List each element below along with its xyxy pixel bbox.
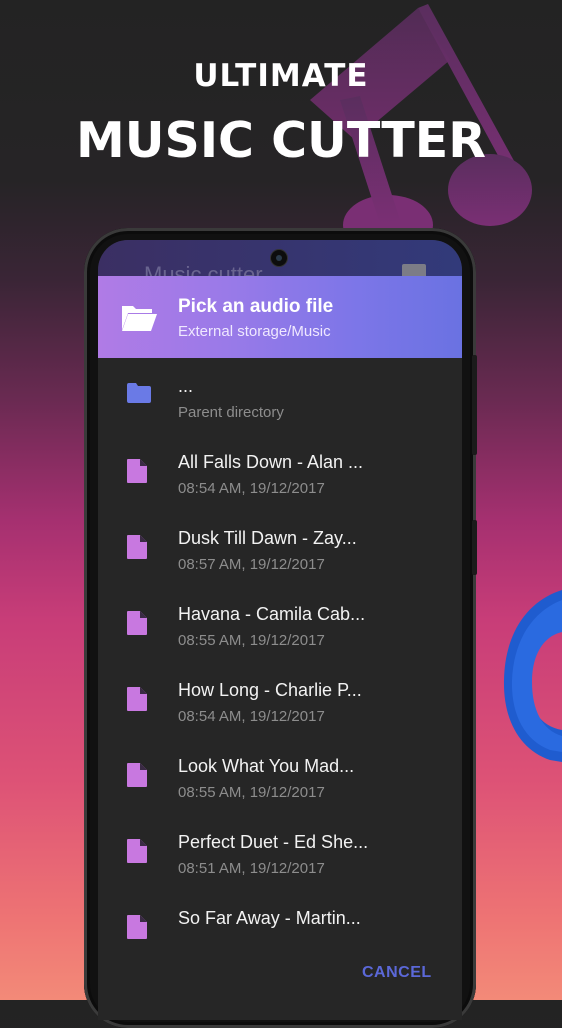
item-name: So Far Away - Martin... (178, 908, 361, 928)
dialog-path: External storage/Music (178, 323, 331, 340)
phone-screen: Music cutter Pick an audio file External… (98, 240, 462, 1020)
dialog-header: Pick an audio file External storage/Musi… (98, 276, 462, 358)
list-item-file[interactable]: Dusk Till Dawn - Zay... 08:57 AM, 19/12/… (98, 510, 462, 586)
item-detail: 08:54 AM, 19/12/2017 (178, 708, 325, 725)
file-icon (127, 687, 147, 711)
file-icon (127, 915, 147, 939)
list-item-file[interactable]: All Falls Down - Alan ... 08:54 AM, 19/1… (98, 434, 462, 510)
folder-icon (127, 383, 151, 403)
list-item-file[interactable]: Havana - Camila Cab... 08:55 AM, 19/12/2… (98, 586, 462, 662)
file-icon (127, 535, 147, 559)
item-detail: 08:55 AM, 19/12/2017 (178, 784, 325, 801)
item-name: Perfect Duet - Ed She... (178, 832, 369, 852)
item-detail: 08:51 AM, 19/12/2017 (178, 860, 325, 877)
folder-open-icon (122, 306, 157, 331)
phone-power-button (472, 520, 477, 575)
item-detail: Parent directory (178, 404, 284, 421)
dialog-title: Pick an audio file (178, 296, 334, 317)
item-name: How Long - Charlie P... (178, 680, 362, 700)
file-icon (127, 763, 147, 787)
file-icon (127, 839, 147, 863)
item-detail: 08:57 AM, 19/12/2017 (178, 556, 325, 573)
item-name: Look What You Mad... (178, 756, 355, 776)
phone-volume-button (472, 355, 477, 455)
list-item-file[interactable]: Perfect Duet - Ed She... 08:51 AM, 19/12… (98, 814, 462, 890)
promo-headline-line2: MUSIC CUTTER (75, 112, 487, 169)
list-item-parent-directory[interactable]: ... Parent directory (98, 358, 462, 434)
item-detail: 08:54 AM, 19/12/2017 (178, 480, 325, 497)
cancel-button[interactable]: CANCEL (362, 964, 432, 982)
list-item-file[interactable]: Look What You Mad... 08:55 AM, 19/12/201… (98, 738, 462, 814)
file-list: ... Parent directory All Falls Down - Al… (98, 358, 462, 966)
item-detail: 08:55 AM, 19/12/2017 (178, 632, 325, 649)
item-name: All Falls Down - Alan ... (178, 452, 364, 472)
ring-decoration-icon (503, 590, 562, 762)
item-name: Havana - Camila Cab... (178, 604, 366, 624)
front-camera (270, 249, 288, 267)
list-item-file[interactable]: So Far Away - Martin... (98, 890, 462, 966)
item-name: Dusk Till Dawn - Zay... (178, 528, 357, 548)
list-item-file[interactable]: How Long - Charlie P... 08:54 AM, 19/12/… (98, 662, 462, 738)
item-name: ... (178, 376, 194, 396)
file-icon (127, 459, 147, 483)
file-icon (127, 611, 147, 635)
promo-headline-line1: ULTIMATE (193, 58, 369, 94)
